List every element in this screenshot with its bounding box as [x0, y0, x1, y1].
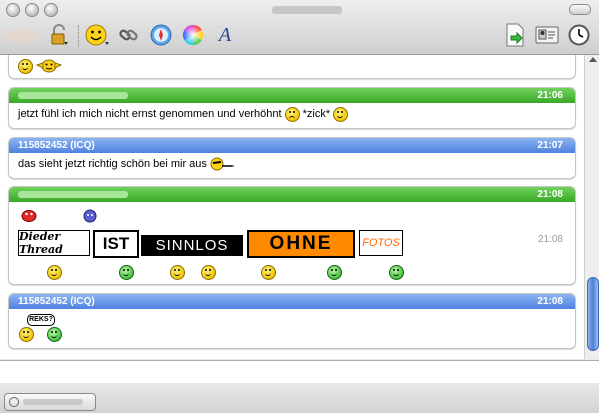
sign-holder-smiley-icon — [327, 265, 342, 280]
encryption-lock-icon[interactable] — [46, 22, 72, 48]
blue-face-icon — [83, 209, 97, 226]
emoticon-icon[interactable] — [84, 22, 110, 48]
chat-scrollbar[interactable] — [584, 55, 599, 359]
sign-board: FOTOS — [359, 230, 403, 256]
sign-holder-smiley-icon — [119, 265, 134, 280]
message: 115852452 (ICQ) 21:07 das sieht jetzt ri… — [8, 137, 576, 179]
sign-board: Dieder Thread — [18, 230, 90, 256]
safari-compass-icon[interactable] — [148, 22, 174, 48]
sign-board: SINNLOS — [141, 235, 243, 256]
message: 21:06 jetzt fühl ich mich nicht ernst ge… — [8, 87, 576, 129]
message: 21:08 21:08 Dieder Thread IST SINNLOS OH… — [8, 186, 576, 285]
toolbar-separator — [78, 25, 80, 47]
tab-bar — [0, 383, 599, 413]
message-time: 21:08 — [537, 234, 563, 245]
sign-holder-smiley-icon — [201, 265, 216, 280]
message-body: jetzt fühl ich mich nicht ernst genommen… — [9, 103, 575, 125]
message-action-text: *zick* — [302, 108, 331, 120]
tab-label — [23, 399, 83, 405]
contact-info-icon[interactable] — [534, 22, 560, 48]
smiley-icon — [18, 58, 33, 74]
sign-board: IST — [93, 230, 139, 258]
grinning-smiley-icon — [333, 106, 349, 122]
speech-bubble: REKS? — [27, 314, 55, 326]
chat-transcript[interactable]: 21:06 jetzt fühl ich mich nicht ernst ge… — [0, 55, 584, 359]
sender-name: 115852452 (ICQ) — [18, 296, 95, 307]
scrollbar-thumb[interactable] — [587, 277, 599, 351]
message-header: 115852452 (ICQ) 21:07 — [9, 138, 575, 153]
toolbar-toggle-button[interactable] — [569, 4, 591, 15]
sender-name — [18, 191, 128, 198]
message-header: 115852452 (ICQ) 21:08 — [9, 294, 575, 309]
sign-holder-smiley-icon — [261, 265, 276, 280]
message-text: jetzt fühl ich mich nicht ernst genommen… — [18, 108, 282, 120]
green-smiley-icon — [47, 327, 62, 342]
zoom-button[interactable] — [44, 3, 58, 17]
sign-holder-smiley-icon — [170, 265, 185, 280]
scroll-up-arrow-icon[interactable] — [589, 57, 597, 62]
close-button[interactable] — [6, 3, 20, 17]
minimize-button[interactable] — [25, 3, 39, 17]
message-header: 21:08 — [9, 187, 575, 202]
grinning-smiley-icon — [19, 327, 34, 342]
tab-status-icon — [9, 397, 19, 407]
message-time: 21:08 — [537, 189, 563, 200]
sad-smiley-icon — [284, 106, 300, 122]
message-partial — [8, 55, 576, 79]
message-body: das sieht jetzt richtig schön bei mir au… — [9, 153, 575, 175]
color-wheel-icon[interactable] — [180, 22, 206, 48]
sign-board: OHNE — [247, 230, 355, 258]
chat-tab[interactable] — [4, 393, 96, 411]
sign-holder-smiley-icon — [389, 265, 404, 280]
link-icon[interactable] — [116, 22, 142, 48]
message-time: 21:08 — [537, 296, 563, 307]
sign-holder-smiley-icon — [47, 265, 62, 280]
sender-name: 115852452 (ICQ) — [18, 140, 95, 151]
message-time: 21:07 — [537, 140, 563, 151]
smoking-smiley-icon — [210, 157, 234, 171]
window-toolbar: A — [0, 0, 599, 55]
window-title — [272, 6, 342, 14]
red-monster-icon — [21, 208, 37, 225]
message-header: 21:06 — [9, 88, 575, 103]
sender-name — [18, 92, 128, 99]
font-label: A — [218, 23, 232, 46]
message-input[interactable] — [0, 360, 599, 384]
account-name — [6, 30, 36, 42]
message-time: 21:06 — [537, 90, 563, 101]
winking-duck-icon — [35, 59, 63, 73]
message-text: das sieht jetzt richtig schön bei mir au… — [18, 158, 207, 170]
font-icon[interactable]: A — [212, 22, 238, 48]
send-file-icon[interactable] — [502, 22, 528, 48]
clock-icon[interactable] — [566, 22, 592, 48]
message: 115852452 (ICQ) 21:08 REKS? — [8, 293, 576, 349]
